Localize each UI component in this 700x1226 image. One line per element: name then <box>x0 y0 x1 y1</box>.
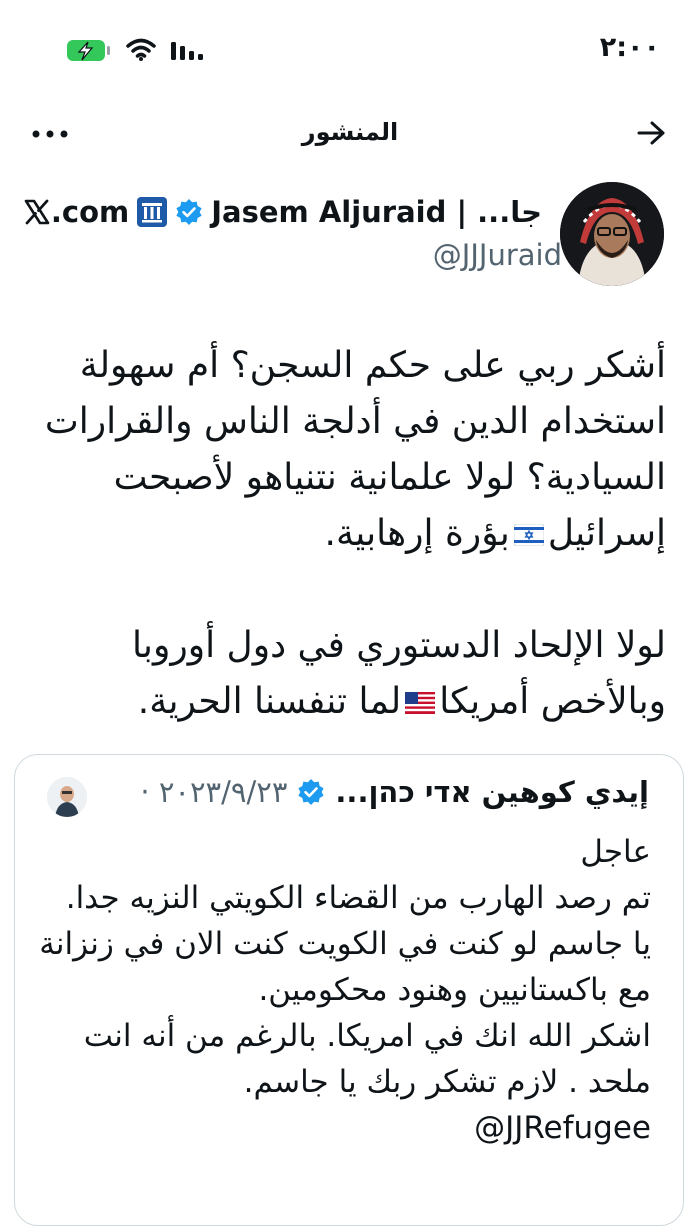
author-handle[interactable]: @JJJuraid <box>433 238 562 272</box>
status-time: ٢:٠٠ <box>599 32 660 63</box>
israel-flag-icon <box>513 524 544 546</box>
quote-author-name[interactable]: إيدي كوهين אדי כהן... <box>335 775 649 809</box>
status-bar: ٢:٠٠ <box>0 0 700 90</box>
quote-verified-icon <box>298 779 325 805</box>
author-name[interactable]: جا... | Jasem Aljuraid <box>211 195 542 229</box>
nav-bar: المنشور <box>0 108 700 158</box>
wifi-icon <box>126 38 156 61</box>
tweet-text-2b: لما تنفسنا الحرية. <box>137 681 402 722</box>
status-icons <box>66 38 206 62</box>
author-name-row[interactable]: جا... | Jasem Aljuraid .com <box>23 190 542 234</box>
site-label: .com <box>23 195 129 229</box>
tweet-text-1b: بؤرة إرهابية. <box>324 513 510 554</box>
tweet-text: أشكر ربي على حكم السجن؟ أم سهولة استخدام… <box>16 338 666 786</box>
page-title: المنشور <box>301 118 399 146</box>
quote-avatar-image <box>47 777 87 817</box>
us-flag-icon <box>405 692 436 714</box>
quoted-tweet-card[interactable]: إيدي كوهين אדי כהן... ٢٠٢٣/٩/٢٣ · عاجل ت… <box>14 754 684 1226</box>
verified-icon <box>176 199 202 225</box>
site-domain: .com <box>50 195 130 229</box>
avatar-image <box>560 182 664 286</box>
back-arrow-icon[interactable] <box>636 120 666 146</box>
battery-charging-icon <box>67 39 110 61</box>
quote-header: إيدي كوهين אדי כהן... ٢٠٢٣/٩/٢٣ · <box>140 775 649 809</box>
tweet-paragraph-2: لولا الإلحاد الدستوري في دول أوروبا وبال… <box>16 618 666 730</box>
quote-text: عاجل تم رصد الهارب من القضاء الكويتي الن… <box>39 834 651 1146</box>
pillar-icon <box>137 197 168 227</box>
signal-icon <box>171 42 203 60</box>
quote-date: ٢٠٢٣/٩/٢٣ · <box>140 775 288 809</box>
quote-avatar[interactable] <box>47 777 87 817</box>
tweet-paragraph-1: أشكر ربي على حكم السجن؟ أم سهولة استخدام… <box>16 338 666 562</box>
x-logo-icon <box>24 199 50 225</box>
avatar[interactable] <box>560 182 664 286</box>
